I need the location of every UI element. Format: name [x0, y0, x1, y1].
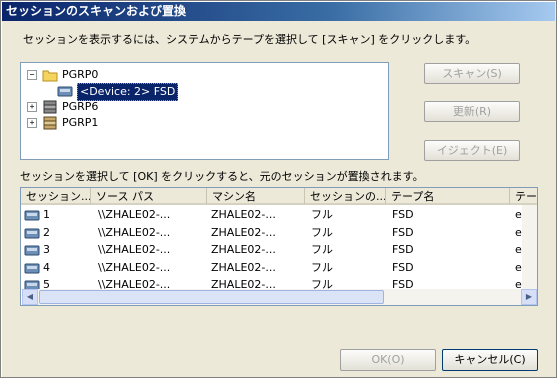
column-header-machine[interactable]: マシン名 — [207, 188, 305, 205]
table-cell-session: 1 — [43, 208, 50, 221]
session-icon — [24, 226, 40, 240]
table-cell-type: フル — [311, 208, 333, 221]
folder-icon — [42, 68, 58, 82]
session-icon — [24, 261, 40, 275]
table-cell-session: 4 — [43, 260, 50, 274]
scroll-right-icon[interactable]: ▶ — [521, 289, 537, 305]
column-header-source-path[interactable]: ソース パス — [91, 188, 207, 205]
tree-node-label: PGRP1 — [62, 116, 99, 129]
table-cell-tape: FSD — [392, 243, 414, 256]
refresh-button[interactable]: 更新(R) — [424, 101, 520, 122]
column-header-tape[interactable]: テープ名 — [386, 188, 510, 205]
column-header-session[interactable]: セッション... — [21, 188, 91, 205]
scan-button[interactable]: スキャン(S) — [424, 63, 520, 84]
session-icon — [24, 243, 40, 257]
session-icon — [24, 208, 40, 222]
collapse-icon[interactable]: − — [27, 70, 37, 80]
table-row[interactable]: 2\\ZHALE02-...ZHALE02-...フルFSDecf0 — [21, 224, 537, 241]
scroll-left-icon[interactable]: ◀ — [22, 289, 38, 305]
table-cell-machine: ZHALE02-... — [211, 225, 276, 239]
eject-button[interactable]: イジェクト(E) — [424, 140, 520, 161]
column-header-extra[interactable]: テープ名 — [510, 188, 537, 205]
tree-node-pgrp6[interactable]: + PGRP6 — [27, 99, 227, 115]
table-cell-machine: ZHALE02-... — [211, 208, 276, 221]
table-cell-session: 3 — [43, 243, 50, 256]
table-row[interactable]: 3\\ZHALE02-...ZHALE02-...フルFSDecf0 — [21, 241, 537, 258]
horizontal-scrollbar[interactable]: ◀ ▶ — [22, 289, 537, 305]
table-cell-source: \\ZHALE02-... — [98, 260, 171, 274]
expand-icon[interactable]: + — [27, 102, 37, 112]
table-cell-session: 2 — [43, 225, 50, 239]
table-row[interactable]: 1\\ZHALE02-...ZHALE02-...フルFSDecf0 — [21, 206, 537, 223]
table-cell-machine: ZHALE02-... — [211, 243, 276, 256]
window-title: セッションのスキャンおよび置換 — [2, 2, 555, 21]
tape-stack-icon — [42, 100, 58, 114]
ok-button[interactable]: OK(O) — [340, 349, 436, 371]
tape-icon — [57, 84, 73, 98]
table-row[interactable]: 4\\ZHALE02-...ZHALE02-...フルFSDecf0 — [21, 259, 537, 276]
tree-node-label: PGRP6 — [62, 100, 99, 113]
column-header-session-type[interactable]: セッションの... — [305, 188, 386, 205]
scroll-thumb[interactable] — [39, 290, 384, 304]
expand-icon[interactable]: + — [27, 118, 37, 128]
table-cell-type: フル — [311, 243, 333, 256]
scan-replace-dialog: セッションのスキャンおよび置換 セッションを表示するには、システムからテープを選… — [0, 0, 557, 378]
tape-stack-icon — [42, 116, 58, 130]
tree-node-device-fsd[interactable]: <Device: 2> FSD — [57, 83, 257, 101]
media-tree[interactable]: − PGRP0 <Device: 2> FSD + PGRP6 + PGRP1 — [20, 62, 389, 160]
table-cell-machine: ZHALE02-... — [211, 260, 276, 274]
tree-node-pgrp0[interactable]: − PGRP0 — [27, 67, 227, 83]
table-cell-source: \\ZHALE02-... — [98, 208, 171, 221]
scan-instruction: セッションを表示するには、システムからテープを選択して [スキャン] をクリック… — [23, 33, 477, 46]
table-cell-tape: FSD — [392, 225, 414, 239]
table-cell-source: \\ZHALE02-... — [98, 243, 171, 256]
table-cell-type: フル — [311, 225, 333, 239]
tree-node-label: PGRP0 — [62, 68, 99, 81]
tree-node-pgrp1[interactable]: + PGRP1 — [27, 115, 227, 131]
cancel-button[interactable]: キャンセル(C) — [442, 349, 538, 371]
table-cell-tape: FSD — [392, 208, 414, 221]
table-cell-tape: FSD — [392, 260, 414, 274]
replace-instruction: セッションを選択して [OK] をクリックすると、元のセッションが置換されます。 — [20, 170, 424, 183]
table-cell-source: \\ZHALE02-... — [98, 225, 171, 239]
table-cell-type: フル — [311, 260, 333, 274]
session-list[interactable]: セッション... ソース パス マシン名 セッションの... テープ名 テープ名… — [20, 187, 538, 306]
vertical-scrollbar[interactable] — [522, 205, 537, 289]
